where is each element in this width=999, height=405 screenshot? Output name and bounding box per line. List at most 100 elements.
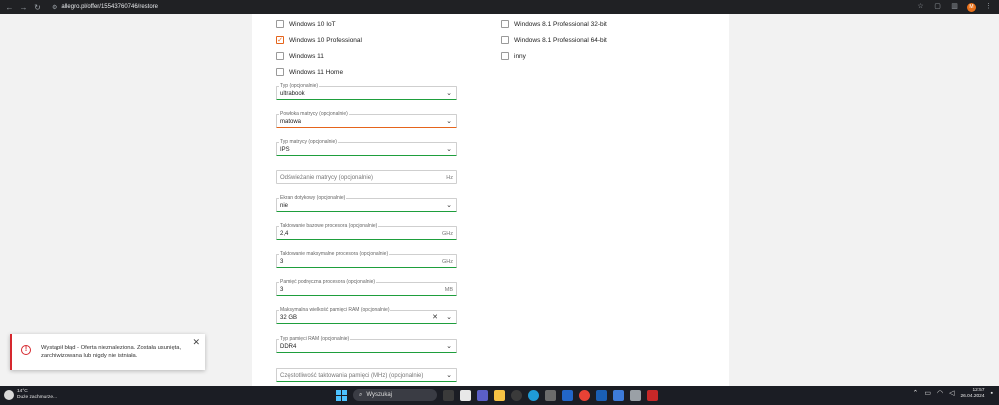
toast-message: Wystąpił błąd - Oferta nieznaleziona. Zo… — [41, 345, 182, 359]
checkbox-label: Windows 10 IoT — [289, 20, 336, 28]
sidebar-icon[interactable]: ▥ — [950, 2, 959, 12]
checkbox-label: inny — [514, 52, 526, 60]
settings-icon[interactable] — [630, 389, 641, 401]
vscode-icon[interactable] — [596, 389, 607, 401]
browser-toolbar: ← → ↻ ⚙ allegro.pl/offer/15543760746/res… — [0, 0, 999, 14]
input-pamiec-podreczna[interactable]: Pamięć podręczna procesora (opcjonalnie)… — [276, 279, 457, 296]
site-info-icon[interactable]: ⚙ — [52, 4, 57, 11]
checkbox-windows-10-professional[interactable]: ✓ Windows 10 Professional — [276, 36, 362, 44]
select-typ-ram[interactable]: Typ pamięci RAM (opcjonalnie) DDR4 ⌄ — [276, 336, 457, 353]
checkbox-inny[interactable]: inny — [501, 52, 526, 60]
chevron-down-icon[interactable]: ⌄ — [446, 201, 452, 210]
taskbar-search[interactable]: ⌕ Wyszukaj — [353, 389, 437, 401]
weather-widget[interactable]: 14°C Duże zachmurze... — [4, 389, 57, 401]
select-max-ram[interactable]: Maksymalna wielkość pamięci RAM (opcjona… — [276, 307, 457, 324]
cloud-icon — [4, 390, 14, 400]
system-tray: ⌃ ▭ ◠ ◁ 12:57 26.04.2024 ▪ — [913, 388, 994, 400]
search-icon: ⌕ — [359, 391, 363, 398]
windows-start-icon[interactable] — [336, 389, 347, 401]
input-taktowanie-bazowe[interactable]: Taktowanie bazowe procesora (opcjonalnie… — [276, 223, 457, 240]
field-value: ultrabook — [280, 91, 305, 97]
chevron-down-icon[interactable]: ⌄ — [446, 371, 452, 380]
checkbox-box[interactable] — [501, 36, 509, 44]
field-value: nie — [280, 203, 289, 209]
page-background: Windows 10 IoT ✓ Windows 10 Professional… — [0, 14, 999, 386]
unit-label: Hz — [446, 175, 453, 181]
input-taktowanie-maksymalne[interactable]: Taktowanie maksymalne procesora (opcjona… — [276, 251, 457, 268]
field-label: Typ (opcjonalnie) — [279, 83, 320, 89]
monitor-icon[interactable]: ▭ — [924, 388, 931, 400]
field-label: Typ matrycy (opcjonalnie) — [279, 139, 338, 145]
chevron-down-icon[interactable]: ⌄ — [446, 145, 452, 154]
chevron-down-icon[interactable]: ⌄ — [446, 313, 452, 322]
clear-icon[interactable]: ✕ — [432, 313, 438, 322]
teams-icon[interactable] — [477, 389, 488, 401]
extensions-icon[interactable]: ▢ — [933, 2, 942, 12]
store-icon[interactable] — [545, 389, 556, 401]
checkbox-box[interactable] — [501, 20, 509, 28]
checkbox-label: Windows 8.1 Professional 32-bit — [514, 20, 607, 28]
field-value: 32 GB — [280, 315, 298, 321]
checkbox-box-checked[interactable]: ✓ — [276, 36, 284, 44]
back-icon[interactable]: ← — [5, 3, 14, 12]
field-label: Maksymalna wielkość pamięci RAM (opcjona… — [279, 307, 391, 313]
app-icon-widgets[interactable] — [443, 389, 454, 401]
clock[interactable]: 12:57 26.04.2024 — [961, 388, 985, 400]
checkbox-box[interactable] — [276, 20, 284, 28]
checkbox-label: Windows 8.1 Professional 64-bit — [514, 36, 607, 44]
checkbox-box[interactable] — [276, 52, 284, 60]
weather-desc: Duże zachmurze... — [17, 395, 57, 400]
edge-icon[interactable] — [528, 389, 539, 401]
select-ekran-dotykowy[interactable]: Ekran dotykowy (opcjonalnie) nie ⌄ — [276, 195, 457, 212]
app-icon-blue[interactable] — [562, 389, 573, 401]
field-label: Pamięć podręczna procesora (opcjonalnie) — [279, 279, 377, 285]
select-powloka-matrycy[interactable]: Powłoka matrycy (opcjonalnie) matowa ⌄ — [276, 111, 457, 128]
checkbox-box[interactable] — [501, 52, 509, 60]
select-czestotliwosc-pamieci[interactable]: Częstotliwość taktowania pamięci (MHz) (… — [276, 368, 457, 382]
checkbox-label: Windows 10 Professional — [289, 36, 362, 44]
checkbox-windows-10-iot[interactable]: Windows 10 IoT — [276, 20, 336, 28]
address-bar[interactable]: ⚙ allegro.pl/offer/15543760746/restore — [52, 4, 158, 11]
wifi-icon[interactable]: ◠ — [937, 388, 943, 400]
checkbox-box[interactable] — [276, 68, 284, 76]
select-typ[interactable]: Typ (opcjonalnie) ultrabook ⌄ — [276, 83, 457, 100]
url-text[interactable]: allegro.pl/offer/15543760746/restore — [61, 4, 158, 10]
app-icon-red[interactable] — [647, 389, 658, 401]
profile-avatar[interactable]: M — [967, 2, 976, 12]
field-label: Powłoka matrycy (opcjonalnie) — [279, 111, 349, 117]
taskbar: 14°C Duże zachmurze... ⌕ Wyszukaj ⌃ ▭ ◠ … — [0, 386, 999, 405]
close-icon[interactable]: ✕ — [192, 337, 200, 347]
mail-icon[interactable] — [613, 389, 624, 401]
checkbox-windows-81-pro-64[interactable]: Windows 8.1 Professional 64-bit — [501, 36, 607, 44]
unit-label: GHz — [442, 259, 453, 265]
forward-icon[interactable]: → — [19, 3, 28, 12]
checkbox-label: Windows 11 — [289, 52, 324, 60]
checkbox-windows-11-home[interactable]: Windows 11 Home — [276, 68, 343, 76]
checkbox-windows-11[interactable]: Windows 11 — [276, 52, 324, 60]
field-placeholder: Częstotliwość taktowania pamięci (MHz) (… — [280, 373, 424, 379]
select-typ-matrycy[interactable]: Typ matrycy (opcjonalnie) IPS ⌄ — [276, 139, 457, 156]
unit-label: MB — [444, 287, 453, 293]
chevron-up-icon[interactable]: ⌃ — [913, 388, 919, 400]
input-odswiezanie-matrycy[interactable]: Odświeżanie matrycy (opcjonalnie) Hz — [276, 170, 457, 184]
chevron-down-icon[interactable]: ⌄ — [446, 342, 452, 351]
search-label: Wyszukaj — [366, 392, 392, 398]
field-placeholder: Odświeżanie matrycy (opcjonalnie) — [280, 175, 374, 181]
menu-icon[interactable]: ⋮ — [984, 2, 993, 12]
taskbar-apps: ⌕ Wyszukaj — [336, 389, 658, 401]
field-label: Ekran dotykowy (opcjonalnie) — [279, 195, 347, 201]
reload-icon[interactable]: ↻ — [33, 3, 42, 12]
volume-icon[interactable]: ◁ — [949, 388, 954, 400]
notifications-icon[interactable]: ▪ — [991, 388, 993, 400]
star-icon[interactable]: ☆ — [916, 2, 925, 12]
chevron-down-icon[interactable]: ⌄ — [446, 89, 452, 98]
field-label: Typ pamięci RAM (opcjonalnie) — [279, 336, 351, 342]
error-icon: ! — [21, 345, 31, 355]
app-icon-dell[interactable] — [511, 389, 522, 401]
file-explorer-icon[interactable] — [494, 389, 505, 401]
task-view-icon[interactable] — [460, 389, 471, 401]
clock-date: 26.04.2024 — [960, 394, 985, 399]
checkbox-windows-81-pro-32[interactable]: Windows 8.1 Professional 32-bit — [501, 20, 607, 28]
chevron-down-icon[interactable]: ⌄ — [446, 117, 452, 126]
chrome-icon[interactable] — [579, 389, 590, 401]
